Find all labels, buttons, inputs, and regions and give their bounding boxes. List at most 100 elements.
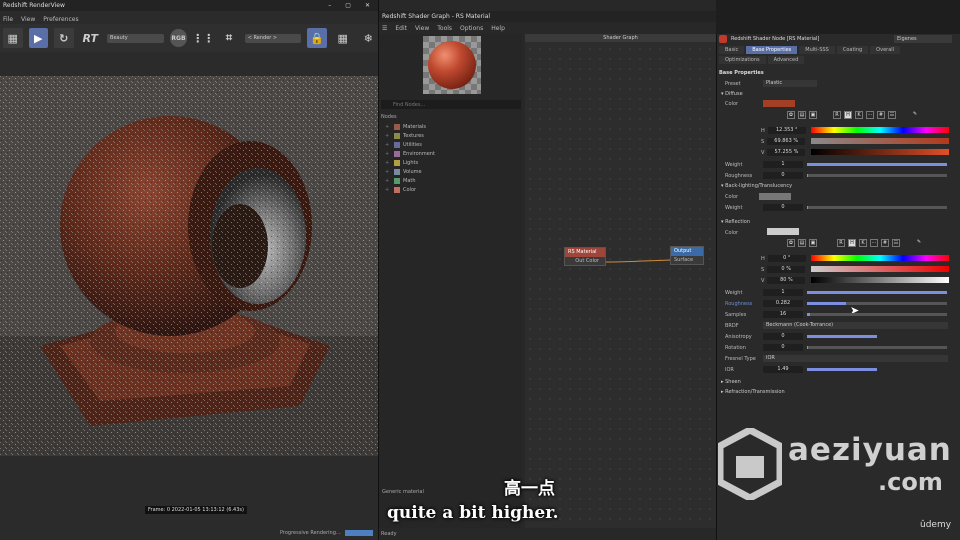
anisotropy-slider[interactable] — [807, 335, 877, 338]
rt-button[interactable]: RT — [80, 28, 101, 48]
eyedropper-icon[interactable]: ✎ — [915, 239, 923, 247]
reflection-weight-slider[interactable] — [807, 291, 947, 294]
lock-icon[interactable]: 🔒 — [307, 28, 327, 48]
kelvin-mode-icon[interactable]: K — [855, 111, 863, 119]
diffuse-weight-field[interactable]: 1 — [763, 161, 803, 168]
output-node[interactable]: Output Surface — [670, 246, 704, 265]
diffuse-roughness-slider[interactable] — [807, 174, 947, 177]
diffuse-color-swatch[interactable] — [763, 100, 795, 107]
refraction-header[interactable]: ▸ Refraction/Transmission — [721, 389, 785, 395]
backlighting-color-swatch[interactable] — [759, 193, 791, 200]
diffuse-roughness-row: Roughness 0 — [717, 171, 960, 180]
diffuse-weight-row: Weight 1 — [717, 160, 960, 169]
reflection-weight-field[interactable]: 1 — [763, 289, 803, 296]
attribute-tabs: Basic Base Properties Multi-SSS Coating Over… — [717, 44, 937, 66]
reflection-v-field[interactable]: 80 % — [767, 277, 806, 284]
refresh-icon[interactable]: ↻ — [54, 28, 74, 48]
diffuse-h-field[interactable]: 12.353 ° — [767, 127, 806, 134]
diffuse-header[interactable]: ▾ Diffuse — [721, 91, 743, 97]
backlighting-header[interactable]: ▾ Back-lighting/Translucency — [721, 183, 792, 189]
brdf-select[interactable]: Beckmann (Cook-Torrance) — [763, 322, 948, 329]
saturation-gradient[interactable] — [811, 266, 949, 272]
hue-gradient[interactable] — [811, 127, 949, 133]
out-color-port[interactable]: Out Color — [565, 257, 605, 265]
close-icon[interactable]: ✕ — [365, 2, 370, 9]
rgb-button[interactable]: RGB — [169, 29, 188, 47]
kelvin-mode-icon[interactable]: K — [859, 239, 867, 247]
ior-field[interactable]: 1.49 — [763, 366, 803, 373]
backlighting-weight-slider[interactable] — [807, 206, 947, 209]
tab-multi-sss[interactable]: Multi-SSS — [799, 46, 835, 54]
surface-port[interactable]: Surface — [671, 256, 703, 264]
swatches-icon[interactable]: ☷ — [892, 239, 900, 247]
crop-icon[interactable]: ⌗ — [219, 28, 239, 48]
tab-coating[interactable]: Coating — [836, 46, 869, 54]
image-icon[interactable]: ▣ — [809, 239, 817, 247]
tab-optimizations[interactable]: Optimizations — [719, 56, 766, 64]
grid-icon[interactable]: ⋮⋮ — [192, 28, 214, 48]
hex-mode-icon[interactable]: # — [877, 111, 885, 119]
value-gradient[interactable] — [811, 149, 949, 155]
backlighting-weight-field[interactable]: 0 — [763, 204, 803, 211]
menu-view[interactable]: View — [21, 16, 35, 23]
diffuse-roughness-field[interactable]: 0 — [763, 172, 803, 179]
render-image[interactable] — [0, 76, 378, 456]
rgb-mode-icon[interactable]: R — [833, 111, 841, 119]
color-wheel-icon[interactable]: ✿ — [787, 239, 795, 247]
diffuse-s-field[interactable]: 69.863 % — [767, 138, 806, 145]
tab-base-properties[interactable]: Base Properties — [746, 46, 798, 54]
color-wheel-icon[interactable]: ✿ — [787, 111, 795, 119]
spectrum-icon[interactable]: ▤ — [798, 111, 806, 119]
mode-select[interactable]: Eigenes — [894, 35, 952, 43]
image-icon[interactable]: ▣ — [809, 111, 817, 119]
anisotropy-field[interactable]: 0 — [763, 333, 803, 340]
hex-mode-icon[interactable]: # — [881, 239, 889, 247]
minimize-icon[interactable]: – — [328, 2, 331, 9]
reflection-roughness-field[interactable]: 0.282 — [763, 300, 803, 307]
saturation-gradient[interactable] — [811, 138, 949, 144]
diffuse-weight-slider[interactable] — [807, 163, 947, 166]
aov-select[interactable]: Beauty — [107, 33, 164, 43]
eyedropper-icon[interactable]: ✎ — [911, 111, 919, 119]
hsv-mode-icon[interactable]: H — [848, 239, 856, 247]
tiles-icon[interactable]: ▦ — [333, 28, 353, 48]
swatches-icon[interactable]: ☷ — [888, 111, 896, 119]
reflection-color-row: Color — [717, 228, 960, 237]
value-gradient[interactable] — [811, 277, 949, 283]
spectrum-icon[interactable]: ▤ — [798, 239, 806, 247]
attribute-title-bar: Redshift Shader Node [RS Material] Eigen… — [717, 34, 960, 44]
rotation-field[interactable]: 0 — [763, 344, 803, 351]
menu-preferences[interactable]: Preferences — [43, 16, 78, 23]
render-select[interactable]: < Render > — [244, 33, 302, 43]
ior-slider[interactable] — [807, 368, 877, 371]
tab-basic[interactable]: Basic — [719, 46, 745, 54]
clapboard-icon[interactable]: ▦ — [3, 28, 23, 48]
fresnel-select[interactable]: IOR — [763, 355, 948, 362]
reflection-samples-field[interactable]: 16 — [763, 311, 803, 318]
rotation-slider[interactable] — [807, 346, 947, 349]
rgb-mode-icon[interactable]: R — [837, 239, 845, 247]
reflection-h-field[interactable]: 0 ° — [767, 255, 806, 262]
tab-overall[interactable]: Overall — [870, 46, 901, 54]
brdf-row: BRDF Beckmann (Cook-Torrance) — [717, 321, 960, 330]
diffuse-v-row: V 57.255 % — [761, 149, 811, 156]
menu-file[interactable]: File — [3, 16, 13, 23]
reflection-roughness-slider[interactable] — [807, 302, 947, 305]
preset-select[interactable]: Plastic — [763, 80, 817, 87]
reflection-samples-slider[interactable] — [807, 313, 947, 316]
sheen-header[interactable]: ▸ Sheen — [721, 379, 741, 385]
reflection-color-swatch[interactable] — [767, 228, 799, 235]
v-label: V — [761, 149, 765, 156]
rs-material-node[interactable]: RS Material Out Color — [564, 247, 606, 266]
hue-gradient[interactable] — [811, 255, 949, 261]
play-icon[interactable]: ▶ — [28, 28, 49, 48]
reflection-s-field[interactable]: 0 % — [767, 266, 806, 273]
reflection-header[interactable]: ▾ Reflection — [721, 219, 750, 225]
diffuse-v-field[interactable]: 57.255 % — [767, 149, 806, 156]
maximize-icon[interactable]: ▢ — [345, 2, 351, 9]
hsv-mode-icon[interactable]: H — [844, 111, 852, 119]
snowflake-icon[interactable]: ❄ — [358, 28, 378, 48]
tab-advanced[interactable]: Advanced — [767, 56, 805, 64]
mixer-mode-icon[interactable]: ⋯ — [866, 111, 874, 119]
mixer-mode-icon[interactable]: ⋯ — [870, 239, 878, 247]
